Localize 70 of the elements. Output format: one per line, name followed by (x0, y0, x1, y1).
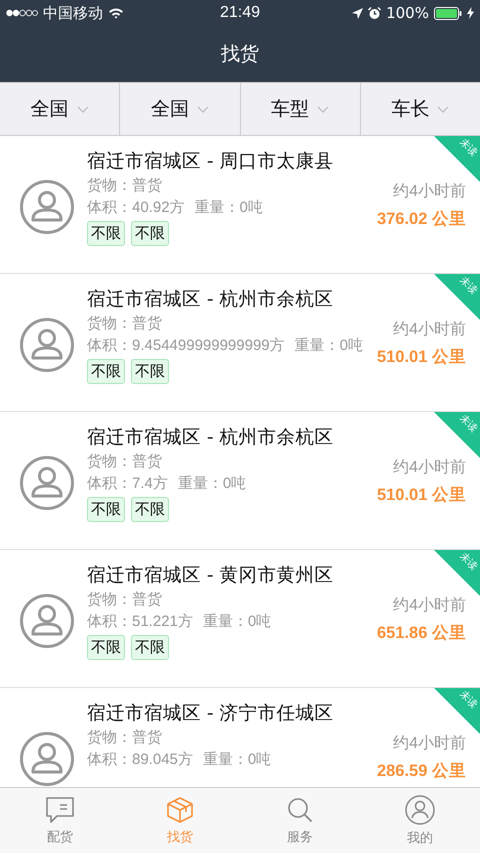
route-text: 宿迁市宿城区 - 杭州市余杭区 (87, 426, 334, 449)
user-avatar-icon (20, 456, 74, 510)
unread-ribbon: 未读 (434, 412, 480, 458)
distance-text: 286.59 公里 (376, 761, 466, 782)
posted-time: 约4小时前 (393, 596, 466, 616)
posted-time: 约4小时前 (393, 182, 466, 202)
tag: 不限 (131, 221, 169, 246)
cargo-text: 货物：普货 (87, 314, 163, 333)
chat-bubble-icon (45, 796, 75, 824)
signal-icon (6, 9, 38, 17)
weight-text: 重量：0吨 (294, 336, 363, 355)
distance-text: 510.01 公里 (376, 485, 466, 506)
route-text: 宿迁市宿城区 - 杭州市余杭区 (87, 288, 334, 311)
battery-icon (434, 6, 462, 20)
distance-text: 376.02 公里 (376, 209, 466, 230)
user-avatar-icon (20, 318, 74, 372)
tag: 不限 (87, 635, 125, 660)
carrier-name: 中国移动 (43, 4, 103, 22)
volume-text: 体积：89.045方 (87, 750, 193, 769)
caret-icon (317, 106, 330, 112)
route-text: 宿迁市宿城区 - 周口市太康县 (87, 150, 334, 173)
tag: 不限 (131, 497, 169, 522)
tag: 不限 (87, 359, 125, 384)
unread-ribbon: 未读 (434, 274, 480, 320)
volume-text: 体积：7.4方 (87, 474, 168, 493)
user-avatar-icon (20, 180, 74, 234)
alarm-clock-icon (368, 6, 382, 20)
posted-time: 约4小时前 (393, 320, 466, 340)
unread-ribbon: 未读 (434, 550, 480, 596)
listing-card[interactable]: 宿迁市宿城区 - 周口市太康县 货物：普货 体积：40.92方 重量：0吨 不限 不限 约4小时前 376.02 公里 未读 (0, 136, 480, 274)
search-icon (286, 796, 314, 824)
weight-text: 重量：0吨 (202, 612, 272, 631)
cargo-text: 货物：普货 (87, 590, 163, 609)
weight-text: 重量：0吨 (194, 198, 263, 217)
posted-time: 约4小时前 (393, 734, 466, 754)
volume-text: 体积：51.221方 (87, 612, 193, 631)
user-avatar-icon (20, 594, 74, 648)
caret-icon (76, 106, 89, 112)
unread-ribbon: 未读 (434, 136, 480, 182)
wifi-icon (108, 7, 124, 19)
listing-card[interactable]: 宿迁市宿城区 - 杭州市余杭区 货物：普货 体积：9.454499999999999方 重量：0吨 不限 不限 约4小时前 510.01 公里 未读 (0, 274, 480, 412)
volume-text: 体积：9.454499999999999方 (87, 336, 285, 355)
tag: 不限 (87, 221, 125, 246)
location-arrow-icon (352, 8, 364, 18)
user-avatar-icon (20, 732, 74, 786)
distance-text: 510.01 公里 (376, 347, 466, 368)
weight-text: 重量：0吨 (178, 474, 246, 493)
page-title: 找货 (221, 42, 259, 67)
tag: 不限 (131, 359, 169, 384)
cargo-text: 货物：普货 (87, 176, 163, 195)
distance-text: 651.86 公里 (376, 623, 466, 644)
cargo-text: 货物：普货 (87, 728, 163, 747)
battery-percent: 100% (386, 4, 429, 22)
unread-ribbon: 未读 (434, 688, 480, 734)
route-text: 宿迁市宿城区 - 济宁市任城区 (87, 702, 334, 725)
user-icon (405, 794, 435, 824)
route-text: 宿迁市宿城区 - 黄冈市黄州区 (87, 564, 334, 587)
tag: 不限 (131, 635, 169, 660)
charging-icon (466, 7, 474, 19)
volume-text: 体积：40.92方 (87, 198, 185, 217)
cargo-text: 货物：普货 (87, 452, 163, 471)
weight-text: 重量：0吨 (202, 750, 272, 769)
package-icon (166, 796, 194, 824)
listing-card[interactable]: 宿迁市宿城区 - 杭州市余杭区 货物：普货 体积：7.4方 重量：0吨 不限 不限 约4小时前 510.01 公里 未读 (0, 412, 480, 550)
caret-icon (196, 106, 209, 112)
posted-time: 约4小时前 (393, 458, 466, 478)
status-time: 21:49 (220, 4, 260, 22)
listing-card[interactable]: 宿迁市宿城区 - 黄冈市黄州区 货物：普货 体积：51.221方 重量：0吨 不限 不限 约4小时前 651.86 公里 未读 (0, 550, 480, 688)
tag: 不限 (87, 497, 125, 522)
caret-icon (437, 106, 450, 112)
